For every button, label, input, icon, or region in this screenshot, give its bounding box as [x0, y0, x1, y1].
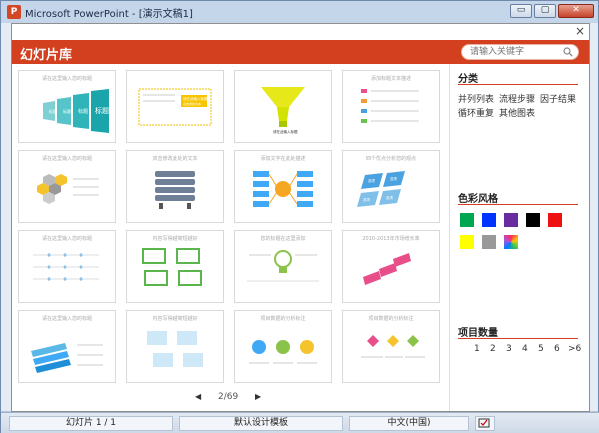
application-window: P Microsoft PowerPoint - [演示文稿1] ▭ ▢ ✕ ×… — [0, 0, 599, 433]
thumbnail-gallery: 请在这里输入您的标题 标题 标题 标题 标题 请在此输入标题 点击添加文本 请在… — [16, 68, 442, 386]
color-swatch-gray[interactable] — [482, 235, 496, 249]
svg-text:标题: 标题 — [63, 108, 71, 114]
category-item-parallel-list[interactable]: 并列列表 — [458, 95, 494, 105]
design-template[interactable]: 默认设计模板 — [179, 416, 343, 431]
prev-page-button[interactable]: ◀ — [195, 392, 201, 401]
maximize-button[interactable]: ▢ — [534, 4, 556, 18]
color-swatch-purple[interactable] — [504, 213, 518, 227]
count-option-3[interactable]: 3 — [506, 344, 512, 354]
search-input[interactable] — [470, 46, 558, 58]
next-page-button[interactable]: ▶ — [255, 392, 261, 401]
status-bar: 幻灯片 1 / 1 默认设计模板 中文(中国) — [1, 412, 599, 433]
page-indicator: 2/69 — [218, 392, 239, 402]
category-item-factor-result[interactable]: 因子结果 — [540, 95, 576, 105]
thumbnail-graphic — [31, 343, 103, 373]
count-option-4[interactable]: 4 — [522, 344, 528, 354]
thumbnail-graphic — [363, 253, 411, 285]
color-style-title: 色彩风格 — [458, 194, 498, 205]
dialog-header: 幻灯片库 — [12, 40, 589, 64]
slide-thumbnail[interactable]: 双击修改此处的文本 — [126, 150, 224, 223]
slide-thumbnail[interactable]: 请在这里输入您的标题 — [18, 310, 116, 383]
thumbnail-graphic — [37, 174, 99, 204]
thumbnail-graphic — [142, 248, 202, 286]
count-option-more[interactable]: >6 — [568, 344, 581, 354]
language-indicator[interactable]: 中文(中国) — [349, 416, 469, 431]
window-titlebar: P Microsoft PowerPoint - [演示文稿1] ▭ ▢ ✕ — [1, 1, 599, 23]
thumbnail-graphic — [361, 89, 419, 123]
slide-thumbnail[interactable]: 请在此输入标题 点击添加文本 — [126, 70, 224, 143]
svg-text:点击添加文本: 点击添加文本 — [183, 101, 201, 106]
slide-thumbnail[interactable]: 请在这里输入您的标题 — [18, 150, 116, 223]
close-dialog-button[interactable]: × — [575, 25, 585, 38]
color-swatch-yellow[interactable] — [460, 235, 474, 249]
slide-thumbnail[interactable]: 四个优点分析您的观点 选项 选项 选项 选项 — [342, 150, 440, 223]
slide-thumbnail[interactable]: 请在此输入标题 — [234, 70, 332, 143]
slide-library-dialog: × 幻灯片库 请在这里输入您的标题 标题 — [11, 23, 590, 412]
slide-thumbnail[interactable]: 添加标题文本描述 — [342, 70, 440, 143]
count-option-1[interactable]: 1 — [474, 344, 480, 354]
category-underline — [458, 84, 578, 85]
thumbnail-graphic — [247, 250, 319, 282]
svg-text:选项: 选项 — [386, 195, 394, 200]
dialog-title: 幻灯片库 — [20, 48, 73, 63]
slide-thumbnail[interactable]: 2010-2013年市场增长率 — [342, 230, 440, 303]
svg-text:选项: 选项 — [390, 176, 398, 181]
svg-text:标题: 标题 — [49, 108, 57, 114]
slide-thumbnail[interactable]: 项目数据的分析标注 — [342, 310, 440, 383]
svg-text:标题: 标题 — [95, 106, 109, 115]
slide-thumbnail[interactable]: 内容写得越简短越好 — [126, 230, 224, 303]
thumbnail-graphic — [253, 171, 313, 207]
color-style-underline — [458, 204, 578, 205]
svg-text:选项: 选项 — [363, 197, 371, 202]
svg-text:请在此输入标题: 请在此输入标题 — [273, 129, 298, 134]
svg-text:请在此输入标题: 请在此输入标题 — [183, 96, 208, 101]
color-swatch-multicolor[interactable] — [504, 235, 518, 249]
thumbnail-graphic — [249, 340, 317, 364]
color-swatch-red[interactable] — [548, 213, 562, 227]
category-item-cycle[interactable]: 循环重复 — [458, 109, 494, 119]
item-count-underline — [458, 338, 578, 339]
window-title: Microsoft PowerPoint - [演示文稿1] — [25, 9, 193, 20]
svg-text:标题: 标题 — [78, 108, 88, 115]
count-option-2[interactable]: 2 — [490, 344, 496, 354]
slide-thumbnail[interactable]: 请在这里输入您的标题 标题 标题 标题 标题 — [18, 70, 116, 143]
color-swatch-black[interactable] — [526, 213, 540, 227]
minimize-button[interactable]: ▭ — [510, 4, 532, 18]
slide-thumbnail[interactable]: 添加文字在此处描述 — [234, 150, 332, 223]
powerpoint-icon: P — [7, 5, 21, 19]
pagination: ◀ 2/69 ▶ — [192, 391, 282, 405]
category-item-other-charts[interactable]: 其他图表 — [499, 109, 535, 119]
slide-thumbnail[interactable]: 请在这里输入您的标题 — [18, 230, 116, 303]
slide-thumbnail[interactable]: 项目数据的分析标注 — [234, 310, 332, 383]
thumbnail-graphic — [147, 331, 203, 367]
color-swatch-blue[interactable] — [482, 213, 496, 227]
color-swatch-green[interactable] — [460, 213, 474, 227]
thumbnail-graphic: 选项 选项 选项 选项 — [357, 171, 405, 207]
search-box[interactable] — [461, 44, 579, 60]
item-count-title: 项目数量 — [458, 328, 498, 339]
thumbnail-graphic — [33, 253, 99, 281]
slide-counter: 幻灯片 1 / 1 — [9, 416, 173, 431]
count-option-5[interactable]: 5 — [538, 344, 544, 354]
left-edge — [1, 23, 11, 411]
svg-text:选项: 选项 — [368, 178, 376, 183]
thumbnail-graphic: 标题 标题 标题 标题 — [43, 89, 109, 133]
thumbnail-graphic — [155, 171, 195, 209]
close-window-button[interactable]: ✕ — [558, 4, 594, 18]
thumbnail-graphic: 请在此输入标题 — [261, 87, 305, 134]
spellcheck-icon[interactable] — [475, 416, 495, 431]
slide-thumbnail[interactable]: 内容写得越简短越好 — [126, 310, 224, 383]
panel-divider — [449, 64, 450, 411]
thumbnail-graphic — [361, 335, 425, 358]
category-title: 分类 — [458, 74, 478, 85]
thumbnail-graphic: 请在此输入标题 点击添加文本 — [138, 88, 212, 126]
count-option-6[interactable]: 6 — [554, 344, 560, 354]
slide-thumbnail[interactable]: 您的标题在这里添加 — [234, 230, 332, 303]
category-item-process-steps[interactable]: 流程步骤 — [499, 95, 535, 105]
search-icon[interactable] — [563, 47, 573, 57]
